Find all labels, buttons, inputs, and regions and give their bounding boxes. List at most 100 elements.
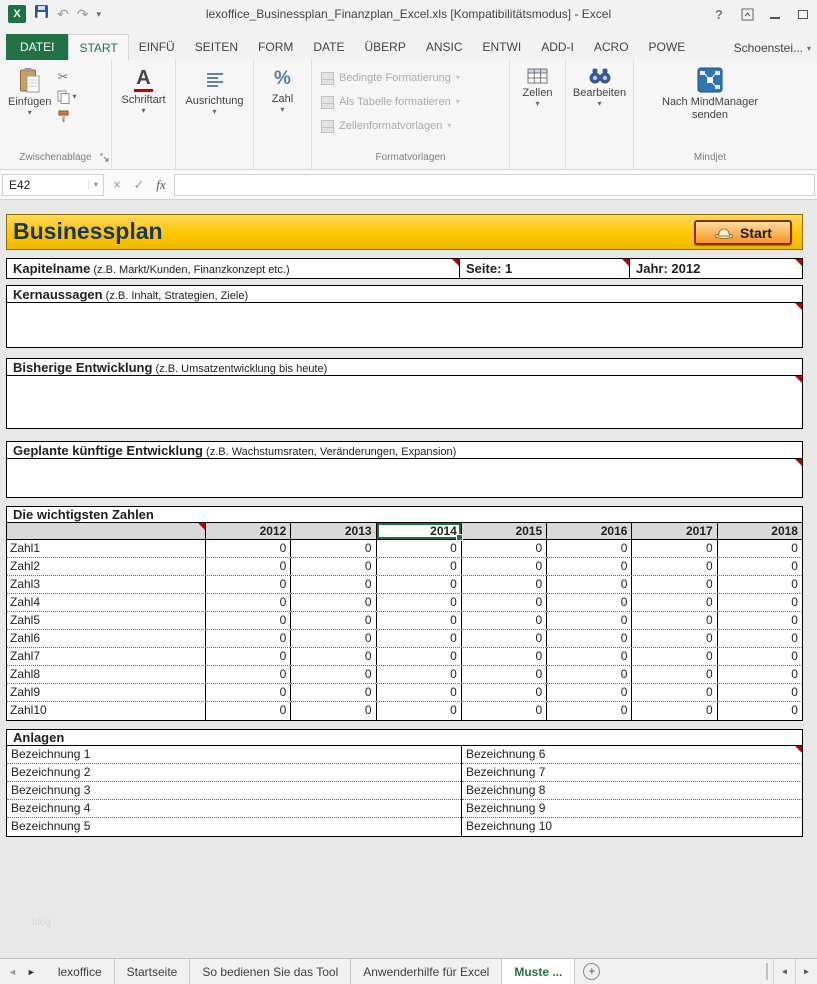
value-cell[interactable]: 0 bbox=[461, 648, 546, 665]
value-cell[interactable]: 0 bbox=[546, 576, 631, 593]
value-cell[interactable]: 0 bbox=[717, 702, 802, 720]
value-cell[interactable]: 0 bbox=[205, 576, 290, 593]
value-cell[interactable]: 0 bbox=[631, 648, 716, 665]
value-cell[interactable]: 0 bbox=[290, 630, 375, 647]
value-cell[interactable]: 0 bbox=[631, 702, 716, 720]
excel-logo-icon[interactable]: X bbox=[8, 5, 26, 23]
value-cell[interactable]: 0 bbox=[376, 558, 461, 575]
value-cell[interactable]: 0 bbox=[205, 630, 290, 647]
undo-button[interactable]: ↶ bbox=[57, 5, 69, 23]
value-cell[interactable]: 0 bbox=[376, 594, 461, 611]
row-label-cell[interactable]: Zahl8 bbox=[7, 666, 205, 683]
sheet-tab[interactable]: lexoffice bbox=[46, 959, 115, 984]
row-label-cell[interactable]: Zahl6 bbox=[7, 630, 205, 647]
value-cell[interactable]: 0 bbox=[205, 540, 290, 557]
value-cell[interactable]: 0 bbox=[546, 648, 631, 665]
value-cell[interactable]: 0 bbox=[376, 612, 461, 629]
attachment-item[interactable]: Bezeichnung 9 bbox=[462, 800, 802, 818]
value-cell[interactable]: 0 bbox=[205, 666, 290, 683]
value-cell[interactable]: 0 bbox=[631, 576, 716, 593]
value-cell[interactable]: 0 bbox=[461, 630, 546, 647]
value-cell[interactable]: 0 bbox=[631, 630, 716, 647]
row-label-cell[interactable]: Zahl2 bbox=[7, 558, 205, 575]
value-cell[interactable]: 0 bbox=[461, 702, 546, 720]
formula-input[interactable] bbox=[174, 174, 815, 196]
row-label-cell[interactable]: Zahl9 bbox=[7, 684, 205, 701]
section-title[interactable]: Geplante künftige Entwicklung (z.B. Wach… bbox=[6, 441, 803, 459]
redo-button[interactable]: ↷ bbox=[77, 5, 89, 23]
ribbon-tab[interactable]: ENTWI bbox=[473, 34, 532, 60]
attachment-item[interactable]: Bezeichnung 1 bbox=[7, 746, 461, 764]
row-label-cell[interactable]: Zahl10 bbox=[7, 702, 205, 720]
value-cell[interactable]: 0 bbox=[205, 558, 290, 575]
value-cell[interactable]: 0 bbox=[461, 666, 546, 683]
hscroll-right-button[interactable]: ► bbox=[795, 959, 817, 984]
value-cell[interactable]: 0 bbox=[290, 612, 375, 629]
row-label-cell[interactable]: Zahl7 bbox=[7, 648, 205, 665]
value-cell[interactable]: 0 bbox=[376, 630, 461, 647]
sheet-nav-prev-button[interactable]: ◄ bbox=[8, 967, 17, 977]
font-button[interactable]: A Schriftart ▾ bbox=[117, 64, 169, 117]
value-cell[interactable]: 0 bbox=[717, 576, 802, 593]
year-header-cell[interactable]: 2016 bbox=[546, 523, 631, 539]
ribbon-tab[interactable]: SEITEN bbox=[185, 34, 248, 60]
cancel-button[interactable]: × bbox=[106, 174, 128, 196]
value-cell[interactable]: 0 bbox=[461, 594, 546, 611]
value-cell[interactable]: 0 bbox=[717, 630, 802, 647]
cut-button[interactable]: ✂ bbox=[57, 68, 76, 85]
value-cell[interactable]: 0 bbox=[290, 540, 375, 557]
value-cell[interactable]: 0 bbox=[546, 612, 631, 629]
numbers-header-blank-cell[interactable] bbox=[7, 523, 205, 539]
value-cell[interactable]: 0 bbox=[290, 684, 375, 701]
copy-button[interactable]: ▾ bbox=[57, 88, 76, 105]
section-title[interactable]: Kernaussagen (z.B. Inhalt, Strategien, Z… bbox=[6, 285, 803, 303]
value-cell[interactable]: 0 bbox=[717, 558, 802, 575]
year-header-cell[interactable]: 2018 bbox=[717, 523, 802, 539]
ribbon-display-options-button[interactable] bbox=[733, 2, 761, 26]
sheet-tab[interactable]: Startseite bbox=[115, 959, 191, 984]
value-cell[interactable]: 0 bbox=[631, 666, 716, 683]
value-cell[interactable]: 0 bbox=[290, 576, 375, 593]
row-label-cell[interactable]: Zahl1 bbox=[7, 540, 205, 557]
section-input-area[interactable] bbox=[6, 302, 803, 348]
value-cell[interactable]: 0 bbox=[631, 540, 716, 557]
save-button[interactable] bbox=[34, 4, 49, 24]
attachment-item[interactable]: Bezeichnung 5 bbox=[7, 818, 461, 836]
tab-splitter-handle[interactable] bbox=[766, 963, 771, 980]
ribbon-tab-file[interactable]: DATEI bbox=[6, 34, 68, 60]
chapter-name-cell[interactable]: Kapitelname (z.B. Markt/Kunden, Finanzko… bbox=[6, 258, 460, 279]
value-cell[interactable]: 0 bbox=[546, 666, 631, 683]
row-label-cell[interactable]: Zahl4 bbox=[7, 594, 205, 611]
ribbon-tab[interactable]: ANSIC bbox=[416, 34, 473, 60]
help-button[interactable]: ? bbox=[705, 2, 733, 26]
value-cell[interactable]: 0 bbox=[546, 594, 631, 611]
alignment-button[interactable]: Ausrichtung ▾ bbox=[181, 64, 247, 118]
number-format-button[interactable]: % Zahl ▾ bbox=[268, 64, 297, 116]
value-cell[interactable]: 0 bbox=[546, 540, 631, 557]
account-menu[interactable]: Schoenstei... ▾ bbox=[734, 41, 817, 60]
value-cell[interactable]: 0 bbox=[376, 702, 461, 720]
value-cell[interactable]: 0 bbox=[376, 666, 461, 683]
value-cell[interactable]: 0 bbox=[376, 684, 461, 701]
send-to-mindmanager-button[interactable]: Nach MindManager senden bbox=[638, 64, 782, 122]
value-cell[interactable]: 0 bbox=[205, 612, 290, 629]
section-input-area[interactable] bbox=[6, 375, 803, 429]
value-cell[interactable]: 0 bbox=[290, 558, 375, 575]
value-cell[interactable]: 0 bbox=[717, 666, 802, 683]
value-cell[interactable]: 0 bbox=[717, 684, 802, 701]
add-sheet-button[interactable]: + bbox=[583, 963, 600, 980]
value-cell[interactable]: 0 bbox=[717, 540, 802, 557]
dialog-launcher-icon[interactable] bbox=[100, 149, 109, 167]
start-button[interactable]: Start bbox=[694, 220, 792, 245]
paste-button[interactable]: Einfügen ▾ bbox=[4, 64, 55, 119]
value-cell[interactable]: 0 bbox=[461, 576, 546, 593]
sheet-tab[interactable]: So bedienen Sie das Tool bbox=[190, 959, 351, 984]
value-cell[interactable]: 0 bbox=[631, 684, 716, 701]
value-cell[interactable]: 0 bbox=[376, 648, 461, 665]
value-cell[interactable]: 0 bbox=[290, 702, 375, 720]
ribbon-tab[interactable]: DATE bbox=[303, 34, 354, 60]
value-cell[interactable]: 0 bbox=[631, 558, 716, 575]
section-input-area[interactable] bbox=[6, 458, 803, 498]
attachment-item[interactable]: Bezeichnung 6 bbox=[462, 746, 802, 764]
page-cell[interactable]: Seite: 1 bbox=[459, 258, 630, 279]
